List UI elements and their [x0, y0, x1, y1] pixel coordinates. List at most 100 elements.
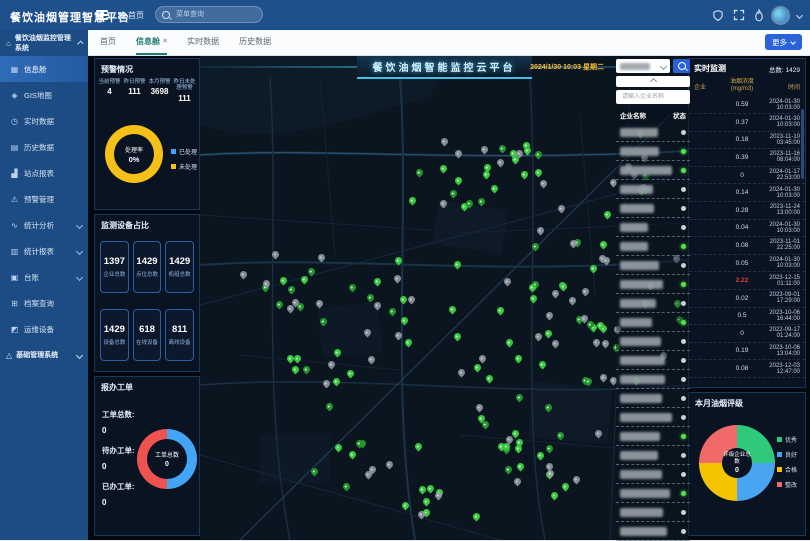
realtime-row[interactable]: 0.022023-09-01 17:29:00 [689, 290, 805, 308]
map-marker[interactable] [326, 360, 336, 370]
company-list-item[interactable] [616, 484, 690, 503]
fullscreen-icon[interactable] [733, 9, 745, 21]
map-marker[interactable] [544, 402, 554, 412]
map-marker[interactable] [275, 300, 285, 310]
map-marker[interactable] [528, 294, 538, 304]
map-marker[interactable] [387, 306, 397, 316]
map-marker[interactable] [453, 176, 463, 186]
company-list-item[interactable] [616, 161, 690, 180]
realtime-row[interactable]: 0.042024-01-30 10:03:00 [689, 220, 805, 238]
map-canvas[interactable]: 餐饮油烟智能监控云平台 2024/1/30 10:03 星期二 [200, 55, 688, 540]
map-marker[interactable] [516, 462, 526, 472]
company-list-item[interactable] [616, 408, 690, 427]
map-marker[interactable] [331, 376, 341, 386]
map-marker[interactable] [598, 372, 608, 382]
map-marker[interactable] [594, 428, 604, 438]
map-marker[interactable] [270, 249, 280, 259]
realtime-row[interactable]: 0.052024-01-30 10:03:00 [689, 255, 805, 273]
realtime-row[interactable]: 0.52023-10-06 16:44:00 [689, 308, 805, 326]
map-marker[interactable] [324, 401, 334, 411]
map-marker[interactable] [447, 304, 457, 314]
company-list-item[interactable] [616, 522, 690, 541]
map-marker[interactable] [539, 179, 549, 189]
realtime-row[interactable]: 0.592024-01-30 10:03:00 [689, 96, 805, 114]
company-list-item[interactable] [616, 351, 690, 370]
map-marker[interactable] [502, 277, 512, 287]
map-marker[interactable] [536, 451, 546, 461]
company-list-item[interactable] [616, 142, 690, 161]
company-list-item[interactable] [616, 427, 690, 446]
company-name-search[interactable] [616, 90, 690, 104]
map-marker[interactable] [545, 443, 555, 453]
sidebar-item-history-data[interactable]: ▤历史数据 [0, 134, 88, 160]
map-marker[interactable] [581, 287, 591, 297]
realtime-row[interactable]: 0.372024-01-30 10:03:00 [689, 114, 805, 132]
company-list-item[interactable] [616, 256, 690, 275]
sidebar-section-monitor-system[interactable]: ⌂ 餐饮油烟监控管理系统 [0, 30, 88, 56]
map-marker[interactable] [363, 328, 373, 338]
map-marker[interactable] [534, 150, 544, 160]
map-marker[interactable] [551, 338, 561, 348]
map-marker[interactable] [422, 497, 432, 507]
map-marker[interactable] [346, 369, 356, 379]
map-marker[interactable] [291, 365, 301, 375]
user-avatar[interactable] [773, 8, 788, 23]
map-marker[interactable] [452, 259, 462, 269]
company-list-item[interactable] [616, 275, 690, 294]
map-marker[interactable] [513, 354, 523, 364]
map-marker[interactable] [440, 137, 450, 147]
menu-search-input[interactable] [174, 10, 258, 19]
sidebar-item-statistical-report[interactable]: ▥统计报表 [0, 238, 88, 264]
more-button[interactable]: 更多 [765, 34, 802, 50]
hamburger-menu-icon[interactable] [96, 10, 108, 20]
map-marker[interactable] [239, 269, 249, 279]
map-marker[interactable] [599, 240, 609, 250]
company-name-input[interactable] [620, 93, 686, 101]
map-marker[interactable] [533, 167, 543, 177]
map-marker[interactable] [453, 149, 463, 159]
map-marker[interactable] [520, 170, 530, 180]
company-list-item[interactable] [616, 465, 690, 484]
sidebar-item-realtime-data[interactable]: ◷实时数据 [0, 108, 88, 134]
map-marker[interactable] [551, 288, 561, 298]
tab-历史数据[interactable]: 历史数据 [239, 30, 271, 55]
map-marker[interactable] [315, 298, 325, 308]
map-marker[interactable] [342, 482, 352, 492]
map-marker[interactable] [279, 275, 289, 285]
map-marker[interactable] [449, 189, 459, 199]
area-select[interactable] [616, 59, 670, 73]
map-marker[interactable] [372, 277, 382, 287]
sidebar-item-info-cabin[interactable]: ▦信息舱 [0, 56, 88, 82]
map-marker[interactable] [497, 143, 507, 153]
company-list-item[interactable] [616, 503, 690, 522]
realtime-row[interactable]: 0.192023-10-06 13:04:00 [689, 343, 805, 361]
map-marker[interactable] [472, 363, 482, 373]
map-marker[interactable] [316, 252, 326, 262]
map-marker[interactable] [322, 379, 332, 389]
map-marker[interactable] [523, 145, 533, 155]
sidebar-item-ledger[interactable]: ▣台账 [0, 264, 88, 290]
map-marker[interactable] [439, 164, 449, 174]
search-button[interactable] [673, 59, 690, 73]
map-marker[interactable] [476, 196, 486, 206]
map-marker[interactable] [348, 282, 358, 292]
map-marker[interactable] [333, 442, 343, 452]
realtime-row[interactable]: 0.182023-11-10 03:45:00 [689, 132, 805, 150]
map-marker[interactable] [414, 442, 424, 452]
map-marker[interactable] [438, 199, 448, 209]
map-marker[interactable] [310, 466, 320, 476]
map-marker[interactable] [366, 355, 376, 365]
map-marker[interactable] [408, 195, 418, 205]
map-marker[interactable] [545, 311, 555, 321]
sidebar-item-gis-map[interactable]: ◈GIS地图 [0, 82, 88, 108]
company-list-item[interactable] [616, 332, 690, 351]
notification-shield-icon[interactable] [712, 9, 724, 22]
map-marker[interactable] [560, 481, 570, 491]
chevron-down-icon[interactable] [796, 11, 803, 18]
map-marker[interactable] [399, 316, 409, 326]
map-marker[interactable] [495, 157, 505, 167]
company-list-item[interactable] [616, 446, 690, 465]
map-marker[interactable] [479, 145, 489, 155]
company-list-item[interactable] [616, 218, 690, 237]
map-marker[interactable] [332, 347, 342, 357]
